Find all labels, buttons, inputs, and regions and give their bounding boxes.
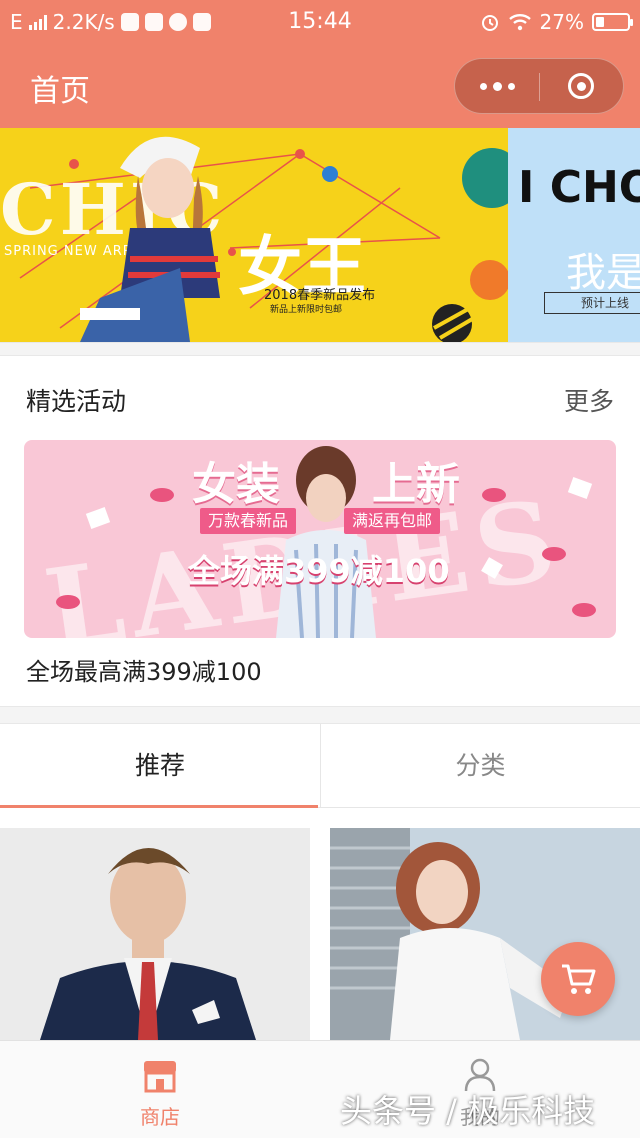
promo-banner[interactable]: LADIES 女装 上新 万款春新品 满返再包邮 全场满399减100 bbox=[24, 440, 616, 638]
banner-caption: 2018春季新品发布 bbox=[264, 288, 376, 303]
banner2-title: I CHO bbox=[518, 162, 640, 213]
close-button[interactable] bbox=[539, 59, 623, 113]
promo-pill-right: 满返再包邮 bbox=[344, 508, 441, 534]
section-title: 精选活动 bbox=[26, 387, 127, 416]
promo-caption: 全场最高满399减100 bbox=[26, 658, 262, 686]
more-dots-icon[interactable] bbox=[455, 59, 539, 113]
banner-model-image bbox=[80, 136, 220, 342]
banner-caption-small: 新品上新限时包邮 bbox=[270, 305, 343, 315]
alarm-icon bbox=[481, 15, 498, 31]
mini-program-capsule bbox=[454, 58, 624, 114]
page-title: 首页 bbox=[30, 74, 90, 109]
nav-bar: 首页 bbox=[0, 44, 640, 128]
tab-category[interactable]: 分类 bbox=[320, 724, 640, 808]
product-card[interactable] bbox=[0, 828, 310, 1040]
tab-bar-top: 推荐 分类 bbox=[0, 724, 640, 808]
banner-carousel[interactable]: CHIC SPRING NEW ARRIVAL 女王 2018春季新品发布 新品… bbox=[0, 128, 640, 342]
banner2-box-text: 预计上线 bbox=[544, 292, 640, 314]
close-ring-icon bbox=[568, 73, 594, 99]
shop-icon bbox=[144, 1061, 176, 1093]
battery-icon bbox=[592, 13, 633, 31]
wifi-icon bbox=[508, 14, 531, 31]
banner-slide-next[interactable]: I CHO 我是 预计上线 bbox=[508, 128, 640, 342]
tab-shop-label: 商店 bbox=[140, 1105, 180, 1129]
promo-pill-left: 万款春新品 bbox=[200, 508, 297, 534]
promo-title-left: 女装 bbox=[192, 459, 280, 510]
promo-title-right: 上新 bbox=[372, 459, 460, 510]
cart-button[interactable] bbox=[541, 942, 615, 1016]
status-right: 27% bbox=[480, 10, 633, 34]
product-image bbox=[0, 828, 310, 1040]
section-divider bbox=[0, 706, 640, 724]
banner-slide[interactable]: CHIC SPRING NEW ARRIVAL 女王 2018春季新品发布 新品… bbox=[0, 128, 508, 342]
battery-percent: 27% bbox=[539, 10, 584, 34]
more-link[interactable]: 更多 bbox=[564, 382, 614, 418]
promo-deal: 全场满399减100 bbox=[188, 552, 450, 590]
status-bar: E 2.2K/s 15:44 27% bbox=[0, 0, 640, 44]
cart-icon bbox=[562, 964, 596, 994]
tab-recommended[interactable]: 推荐 bbox=[0, 724, 320, 808]
battery-level bbox=[596, 17, 605, 27]
tab-shop[interactable]: 商店 bbox=[0, 1041, 320, 1139]
section-divider bbox=[0, 342, 640, 356]
banner2-subtitle: 我是 bbox=[566, 250, 640, 296]
watermark: 头条号 / 极乐科技 bbox=[340, 1092, 596, 1130]
